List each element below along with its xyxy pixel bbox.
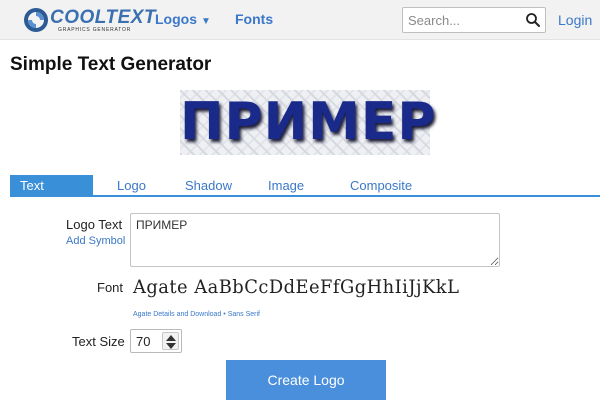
tab-text[interactable]: Text bbox=[10, 175, 93, 197]
logo-swirl-icon bbox=[24, 8, 48, 32]
top-navbar: COOLTEXT GRAPHICS GENERATOR Logos ▼ Fonts… bbox=[0, 0, 600, 40]
stepper-buttons[interactable] bbox=[162, 332, 179, 350]
logo-text-input[interactable]: ПРИМЕР bbox=[130, 213, 500, 267]
editor-tabs: Text Logo Shadow Image Composite bbox=[10, 175, 600, 197]
font-details-link[interactable]: Agate Details and Download bbox=[133, 311, 221, 318]
triangle-up-icon[interactable] bbox=[166, 335, 176, 341]
site-logo[interactable]: COOLTEXT GRAPHICS GENERATOR bbox=[14, 5, 156, 35]
page-title: Simple Text Generator bbox=[10, 54, 212, 75]
create-logo-button[interactable]: Create Logo bbox=[226, 360, 386, 400]
login-link[interactable]: Login bbox=[558, 12, 592, 28]
tab-shadow[interactable]: Shadow bbox=[185, 175, 232, 197]
nav-logos-label: Logos bbox=[155, 11, 197, 27]
preview-text: ПРИМЕР bbox=[180, 92, 437, 152]
logo-text-label: Logo Text bbox=[66, 217, 123, 232]
font-separator: • bbox=[223, 311, 226, 318]
logo-tagline: GRAPHICS GENERATOR bbox=[58, 27, 132, 33]
font-category-link[interactable]: Sans Serif bbox=[228, 311, 260, 318]
font-selector[interactable]: Agate AaBbCcDdEeFfGgHhIiJjKkL bbox=[133, 276, 459, 298]
text-size-value[interactable]: 70 bbox=[136, 334, 150, 349]
search-icon[interactable] bbox=[525, 12, 541, 28]
chevron-down-icon: ▼ bbox=[201, 16, 211, 27]
tab-composite[interactable]: Composite bbox=[350, 175, 412, 197]
font-label: Font bbox=[97, 280, 124, 295]
tab-logo[interactable]: Logo bbox=[117, 175, 146, 197]
logo-wordmark: COOLTEXT bbox=[50, 7, 157, 28]
tab-image[interactable]: Image bbox=[268, 175, 304, 197]
nav-fonts-link[interactable]: Fonts bbox=[235, 11, 273, 27]
font-links: Agate Details and Download • Sans Serif bbox=[133, 311, 260, 318]
add-symbol-link[interactable]: Add Symbol bbox=[66, 235, 125, 247]
logo-preview: ПРИМЕР bbox=[180, 90, 437, 155]
nav-logos-menu[interactable]: Logos ▼ bbox=[155, 11, 211, 27]
triangle-down-icon[interactable] bbox=[166, 343, 176, 349]
text-size-label: Text Size bbox=[72, 334, 125, 349]
search-box bbox=[402, 7, 546, 33]
text-size-stepper[interactable]: 70 bbox=[130, 329, 182, 353]
search-input[interactable] bbox=[408, 12, 518, 29]
